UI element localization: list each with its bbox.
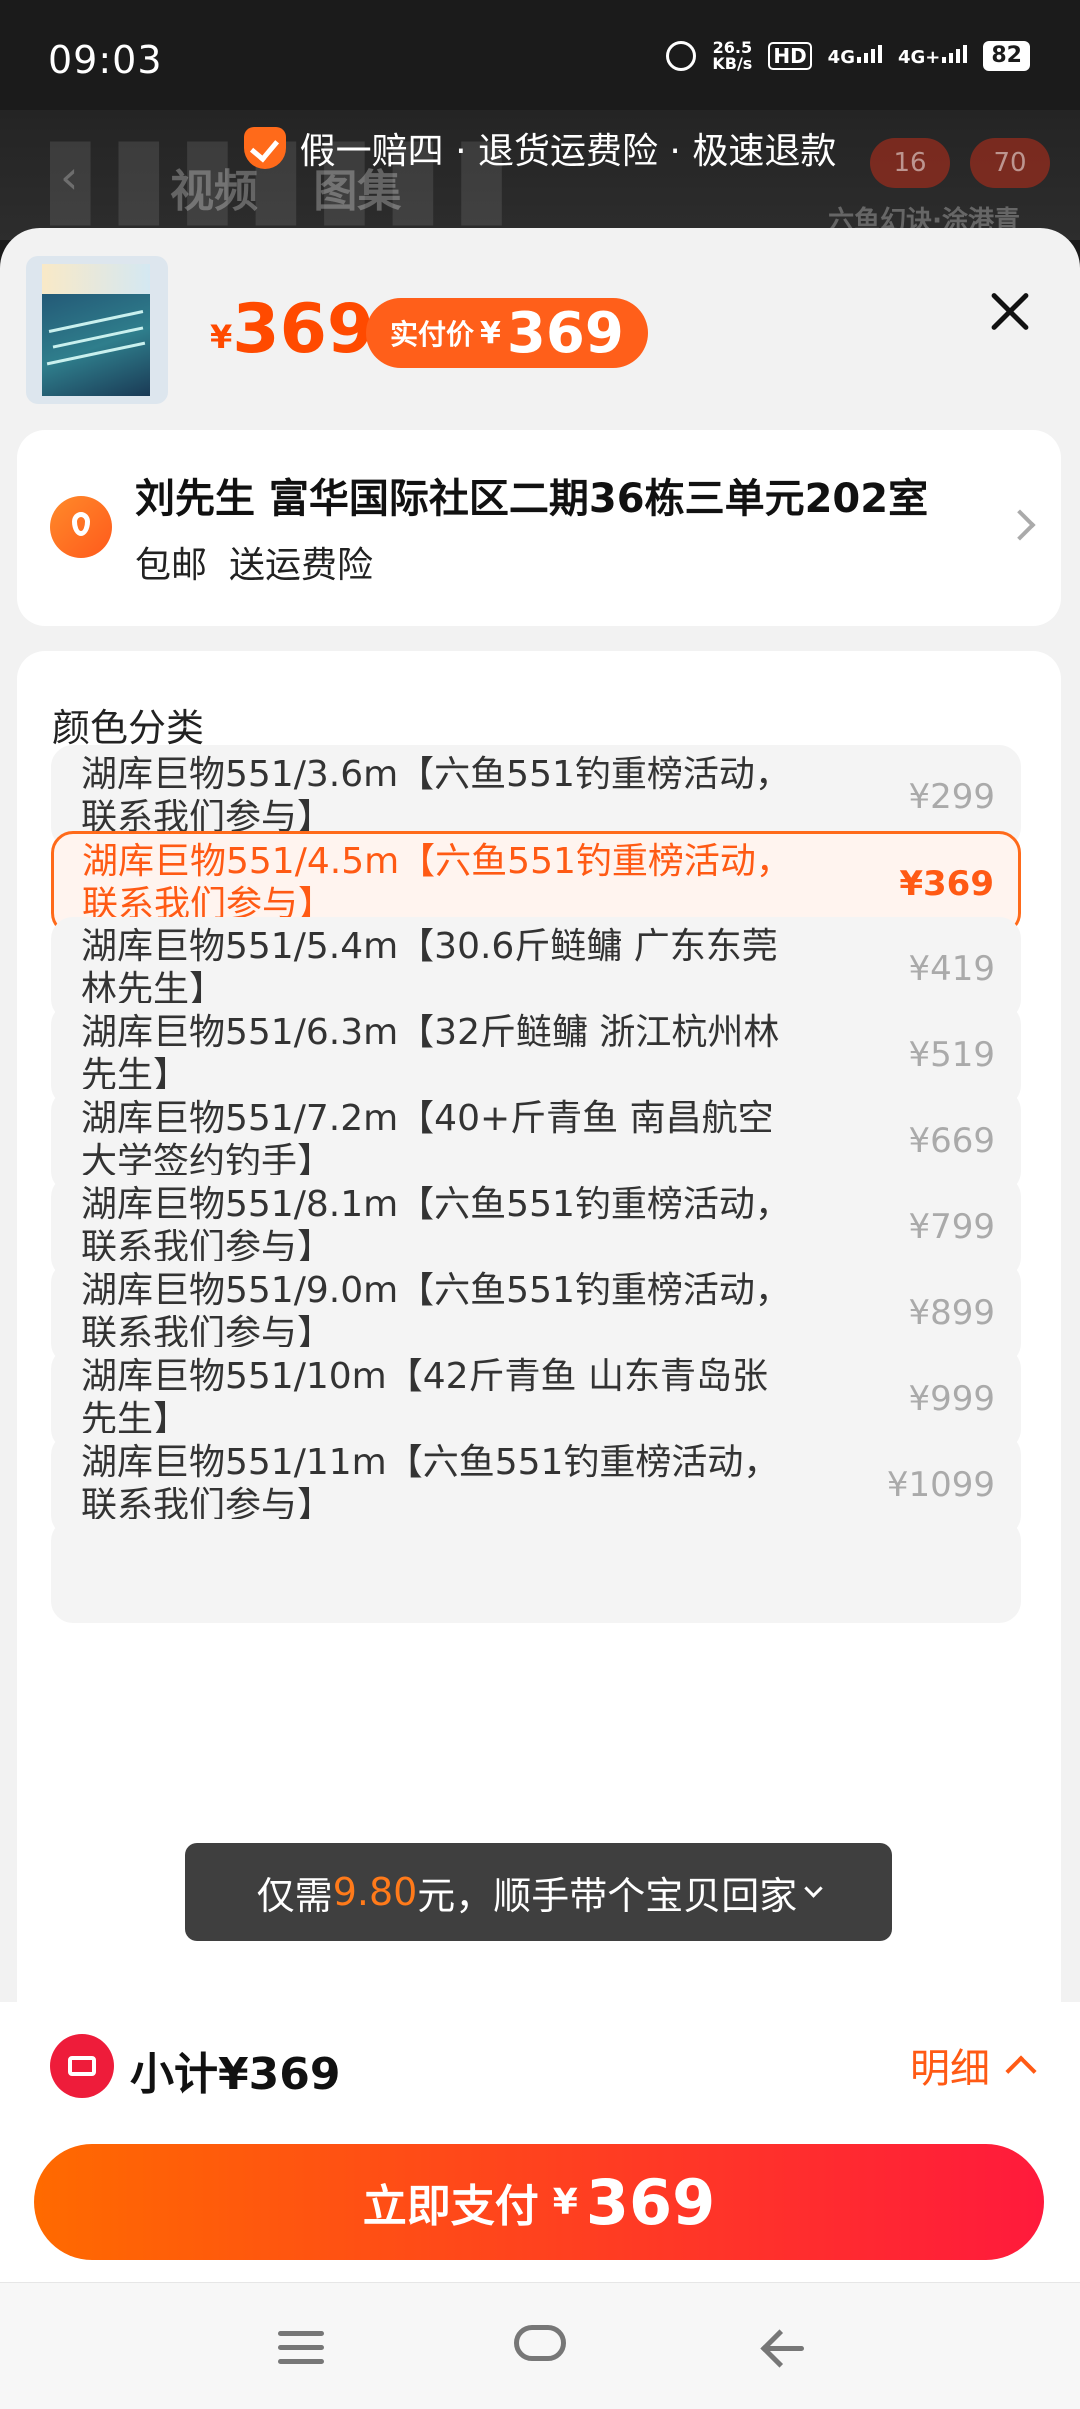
address-card[interactable]: 刘先生 富华国际社区二期36栋三单元202室 包邮 送运费险 [17,430,1061,626]
toast-prefix: 仅需 [256,1873,333,1918]
sheet-header: ¥369 实付价 ¥ 369 [0,228,1080,423]
actual-price-label: 实付价 [390,318,475,351]
signal-1: 4G [827,44,882,68]
actual-price-currency: ¥ [480,315,501,351]
pay-now-button[interactable]: 立即支付 ¥ 369 [34,2144,1044,2260]
pay-button-currency: ¥ [552,2181,578,2223]
option-label: 湖库巨物551/4.5m【六鱼551钓重榜活动，联系我们参与】 [82,841,792,925]
option-price: ¥369 [899,864,994,904]
option-label: 湖库巨物551/10m【42斤青鱼 山东青岛张先生】 [81,1356,768,1440]
shield-check-icon [243,127,286,169]
option-label: 湖库巨物551/7.2m【40+斤青鱼 南昌航空大学签约钓手】 [81,1098,774,1182]
hd-voice-icon: HD [768,42,812,70]
option-price: ¥299 [908,777,995,817]
checkout-footer: 小计¥369 明细 立即支付 ¥ 369 [0,2002,1080,2282]
alarm-icon [666,41,697,71]
close-icon[interactable] [985,286,1035,336]
status-time: 09:03 [48,38,163,82]
location-icon [50,496,112,558]
status-icons: 26.5 KB/s HD 4G 4G+ 82 [666,40,1030,72]
detail-label: 明细 [910,2046,990,2092]
home-icon[interactable] [514,2325,566,2361]
product-price: ¥369 [210,290,374,369]
menu-icon[interactable] [278,2331,324,2365]
price-value: 369 [232,290,375,369]
product-thumbnail[interactable] [26,256,168,404]
option-price: ¥519 [908,1035,995,1075]
option-price: ¥419 [908,949,995,989]
signal-1-label: 4G [827,46,855,68]
signal-2-label: 4G+ [897,46,941,68]
battery-level: 82 [983,41,1030,71]
guarantee-text: 假一赔四 · 退货运费险 · 极速退款 [299,131,837,172]
pay-button-label: 立即支付 [362,2181,539,2232]
back-icon[interactable] [760,2327,804,2369]
signal-2: 4G+ [897,44,968,68]
option-price: ¥999 [908,1379,995,1419]
status-bar: 09:03 26.5 KB/s HD 4G 4G+ 82 [0,0,1080,110]
coupon-icon [50,2034,114,2098]
option-price: ¥899 [908,1293,995,1333]
network-speed: 26.5 KB/s [712,40,752,72]
price-currency: ¥ [210,318,233,356]
toast-amount: 9.80 [332,1870,418,1914]
option-label: 湖库巨物551/6.3m【32斤鲢鳙 浙江杭州林先生】 [81,1012,780,1096]
actual-price-pill: 实付价 ¥ 369 [366,298,648,368]
shipping-tags: 包邮 送运费险 [135,536,373,588]
option-price: ¥799 [908,1207,995,1247]
system-nav-bar [0,2282,1080,2409]
option-label: 湖库巨物551/11m【六鱼551钓重榜活动，联系我们参与】 [81,1442,780,1526]
free-shipping-tag: 包邮 [135,545,208,586]
options-card: 颜色分类 湖库巨物551/3.6m【六鱼551钓重榜活动，联系我们参与】 ¥29… [17,651,1061,2051]
pay-button-amount: 369 [585,2165,716,2239]
subtotal-text: 小计¥369 [130,2049,341,2100]
network-speed-unit: KB/s [712,54,753,73]
toast-suffix: 元，顺手带个宝贝回家 [417,1873,798,1918]
actual-price-amount: 369 [506,300,624,366]
guarantee-banner: 假一赔四 · 退货运费险 · 极速退款 [0,122,1080,174]
chevron-right-icon [1004,509,1036,541]
option-item-partial[interactable] [51,1519,1021,1623]
option-label: 湖库巨物551/3.6m【六鱼551钓重榜活动，联系我们参与】 [81,754,791,838]
options-title: 颜色分类 [52,706,205,750]
detail-toggle[interactable]: 明细 [910,2036,1037,2094]
option-price: ¥669 [908,1121,995,1161]
address-line: 刘先生 富华国际社区二期36栋三单元202室 [135,476,929,522]
option-label: 湖库巨物551/9.0m【六鱼551钓重榜活动，联系我们参与】 [81,1270,791,1354]
upsell-toast[interactable]: 仅需 9.80 元，顺手带个宝贝回家 [185,1843,892,1941]
product-thumbnail-image [42,264,150,396]
option-price: ¥1099 [886,1465,995,1505]
option-label: 湖库巨物551/5.4m【30.6斤鲢鳙 广东东莞林先生】 [81,926,778,1010]
chevron-up-icon [1005,2055,1037,2087]
option-label: 湖库巨物551/8.1m【六鱼551钓重榜活动，联系我们参与】 [81,1184,791,1268]
chevron-down-icon [804,1878,824,1898]
shipping-insurance-tag: 送运费险 [229,545,374,586]
